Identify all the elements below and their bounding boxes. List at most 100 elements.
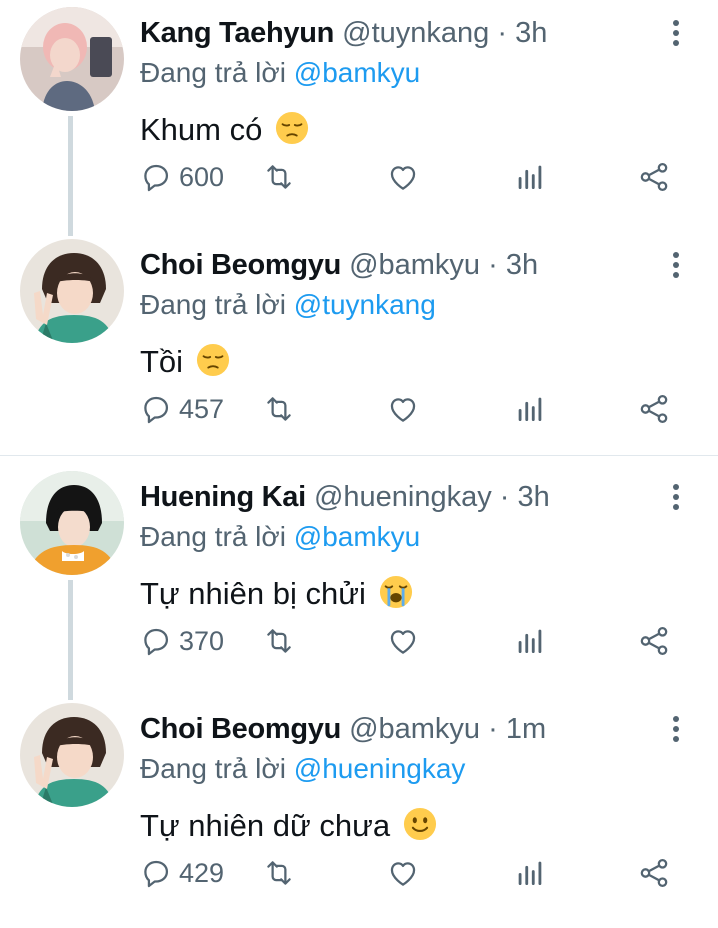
share-icon — [637, 856, 671, 890]
reply-icon — [139, 856, 173, 890]
tweet-text: Tự nhiên bị chửi — [140, 574, 413, 614]
action-bar: 429 — [0, 851, 718, 895]
retweet-button[interactable] — [262, 619, 296, 663]
reply-icon — [139, 392, 173, 426]
reply-icon — [139, 624, 173, 658]
more-options-icon[interactable] — [664, 714, 688, 744]
reply-button[interactable]: 600 — [139, 155, 224, 199]
replying-to-handle[interactable]: @bamkyu — [294, 521, 420, 552]
tweet-header: Huening Kai @hueningkay · 3h — [140, 478, 550, 516]
avatar[interactable] — [20, 471, 124, 575]
tweet-header: Choi Beomgyu @bamkyu · 3h — [140, 246, 538, 284]
replying-to-label: Đang trả lời — [140, 753, 286, 784]
more-options-icon[interactable] — [664, 482, 688, 512]
heart-icon — [386, 160, 420, 194]
analytics-button[interactable] — [513, 155, 547, 199]
slightly-smiling-face-icon — [403, 807, 437, 841]
retweet-icon — [262, 856, 296, 890]
reply-count: 600 — [179, 161, 225, 192]
action-bar: 370 — [0, 619, 718, 663]
reply-button[interactable]: 370 — [139, 619, 224, 663]
like-button[interactable] — [386, 387, 420, 431]
share-button[interactable] — [637, 619, 671, 663]
heart-icon — [386, 856, 420, 890]
like-button[interactable] — [386, 155, 420, 199]
tweet-text-body: Khum có — [140, 112, 263, 147]
username[interactable]: @tuynkang — [342, 17, 489, 49]
retweet-icon — [262, 392, 296, 426]
analytics-icon — [513, 624, 547, 658]
timestamp[interactable]: 3h — [518, 481, 550, 513]
replying-to-handle[interactable]: @hueningkay — [294, 753, 466, 784]
replying-to-label: Đang trả lời — [140, 289, 286, 320]
timestamp[interactable]: 3h — [515, 17, 547, 49]
tweet-text: Tự nhiên dữ chưa — [140, 806, 437, 846]
retweet-icon — [262, 160, 296, 194]
replying-to: Đang trả lời @tuynkang — [140, 286, 436, 324]
analytics-button[interactable] — [513, 387, 547, 431]
separator-dot: · — [488, 249, 498, 281]
replying-to-label: Đang trả lời — [140, 57, 286, 88]
display-name[interactable]: Huening Kai — [140, 481, 306, 513]
share-button[interactable] — [637, 155, 671, 199]
share-button[interactable] — [637, 851, 671, 895]
action-bar: 457 — [0, 387, 718, 431]
replying-to-handle[interactable]: @tuynkang — [294, 289, 436, 320]
separator-dot: · — [499, 481, 510, 513]
analytics-button[interactable] — [513, 619, 547, 663]
retweet-button[interactable] — [262, 851, 296, 895]
heart-icon — [386, 392, 420, 426]
replying-to-handle[interactable]: @bamkyu — [294, 57, 420, 88]
reply-button[interactable]: 429 — [139, 851, 224, 895]
timestamp[interactable]: 3h — [506, 249, 538, 281]
reply-count: 370 — [179, 625, 225, 656]
like-button[interactable] — [386, 851, 420, 895]
tweet[interactable]: Choi Beomgyu @bamkyu · 3h Đang trả lời @… — [0, 232, 718, 464]
heart-icon — [386, 624, 420, 658]
username[interactable]: @bamkyu — [349, 249, 480, 281]
avatar[interactable] — [20, 703, 124, 807]
more-options-icon[interactable] — [664, 18, 688, 48]
replying-to: Đang trả lời @bamkyu — [140, 518, 420, 556]
tweet[interactable]: Kang Taehyun @tuynkang · 3h Đang trả lời… — [0, 0, 718, 232]
more-options-icon[interactable] — [664, 250, 688, 280]
display-name[interactable]: Kang Taehyun — [140, 17, 334, 49]
loudly-crying-face-icon — [379, 575, 413, 609]
separator-dot: · — [497, 17, 507, 49]
share-icon — [637, 392, 671, 426]
reply-count: 457 — [179, 393, 225, 424]
reply-button[interactable]: 457 — [139, 387, 224, 431]
share-button[interactable] — [637, 387, 671, 431]
analytics-button[interactable] — [513, 851, 547, 895]
retweet-icon — [262, 624, 296, 658]
tweet-text: Khum có — [140, 110, 309, 150]
username[interactable]: @bamkyu — [349, 713, 480, 745]
tweet-text-body: Tồi — [140, 344, 184, 379]
analytics-icon — [513, 160, 547, 194]
username[interactable]: @hueningkay — [314, 481, 492, 513]
replying-to-label: Đang trả lời — [140, 521, 286, 552]
retweet-button[interactable] — [262, 387, 296, 431]
display-name[interactable]: Choi Beomgyu — [140, 249, 341, 281]
reply-icon — [139, 160, 173, 194]
avatar[interactable] — [20, 7, 124, 111]
retweet-button[interactable] — [262, 155, 296, 199]
action-bar: 600 — [0, 155, 718, 199]
replying-to: Đang trả lời @hueningkay — [140, 750, 465, 788]
display-name[interactable]: Choi Beomgyu — [140, 713, 341, 745]
like-button[interactable] — [386, 619, 420, 663]
tweet-text: Tồi — [140, 342, 230, 382]
pensive-face-icon — [275, 111, 309, 145]
tweet-header: Choi Beomgyu @bamkyu · 1m — [140, 710, 546, 748]
separator-dot: · — [488, 713, 498, 745]
timestamp[interactable]: 1m — [506, 713, 546, 745]
tweet-header: Kang Taehyun @tuynkang · 3h — [140, 14, 547, 52]
avatar[interactable] — [20, 239, 124, 343]
tweet[interactable]: Choi Beomgyu @bamkyu · 1m Đang trả lời @… — [0, 696, 718, 928]
reply-thread-feed: Kang Taehyun @tuynkang · 3h Đang trả lời… — [0, 0, 718, 913]
analytics-icon — [513, 856, 547, 890]
thread-divider — [0, 455, 718, 456]
pensive-face-icon — [196, 343, 230, 377]
tweet-text-body: Tự nhiên dữ chưa — [140, 808, 391, 843]
tweet[interactable]: Huening Kai @hueningkay · 3h Đang trả lờ… — [0, 464, 718, 696]
